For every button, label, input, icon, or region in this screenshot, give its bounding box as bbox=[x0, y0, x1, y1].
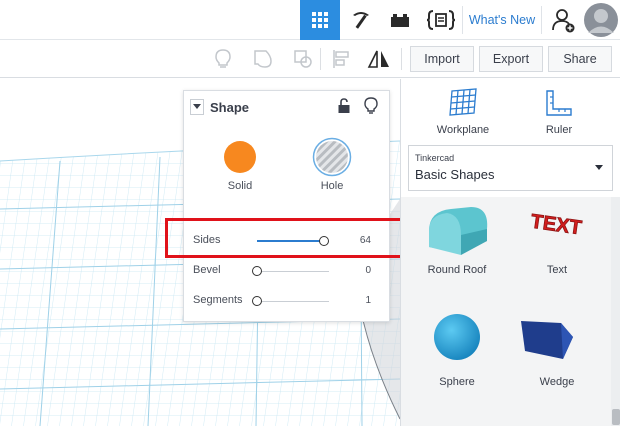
shape-library-select[interactable]: Tinkercad Basic Shapes bbox=[408, 145, 613, 191]
show-notes-button[interactable] bbox=[208, 44, 238, 74]
param-label-bevel: Bevel bbox=[193, 264, 221, 276]
param-value-segments[interactable]: 1 bbox=[351, 295, 371, 306]
right-panel: Workplane Ruler Tinkercad Basic Shapes R… bbox=[400, 79, 620, 426]
collapse-inspector-button[interactable] bbox=[190, 99, 204, 115]
hole-label: Hole bbox=[320, 180, 344, 192]
shape-tile-wedge[interactable] bbox=[517, 315, 583, 365]
shape-tile-sphere[interactable] bbox=[427, 307, 487, 367]
wedge-icon bbox=[521, 321, 573, 359]
add-user-icon bbox=[552, 9, 575, 33]
shapes-scrollbar[interactable] bbox=[611, 197, 620, 426]
workplane-button[interactable] bbox=[446, 87, 480, 117]
text-shape-icon: TEXT bbox=[529, 210, 583, 240]
group-button[interactable] bbox=[248, 44, 278, 74]
ungroup-button[interactable] bbox=[288, 44, 318, 74]
whats-new-button[interactable]: What's New bbox=[463, 0, 541, 40]
avatar-icon bbox=[584, 3, 618, 37]
svg-text:TEXT: TEXT bbox=[529, 211, 583, 240]
code-blocks-icon bbox=[427, 10, 455, 30]
align-icon bbox=[333, 50, 349, 68]
whats-new-label: What's New bbox=[468, 13, 536, 27]
inspector-title: Shape bbox=[210, 100, 250, 115]
avatar[interactable] bbox=[582, 0, 620, 40]
align-button[interactable] bbox=[326, 44, 356, 74]
toolbar: Import Export Share bbox=[0, 40, 620, 78]
import-button[interactable]: Import bbox=[410, 46, 474, 72]
param-label-segments: Segments bbox=[193, 294, 243, 306]
shape-inspector-panel: Shape Solid Hole Sides 64 Bevel 0 Segmen… bbox=[183, 90, 390, 322]
solid-swatch bbox=[224, 141, 256, 173]
hole-swatch bbox=[312, 137, 352, 177]
shapes-grid: Round Roof TEXT Text Sphere Wedge bbox=[401, 197, 613, 426]
shape-label-text: Text bbox=[546, 264, 568, 276]
sphere-icon bbox=[434, 314, 480, 360]
param-slider-knob[interactable] bbox=[252, 296, 262, 306]
unlock-icon bbox=[338, 98, 350, 113]
mirror-icon bbox=[367, 50, 389, 68]
lock-button[interactable] bbox=[337, 98, 351, 119]
notes-button[interactable] bbox=[364, 97, 378, 120]
blocks-editor-button[interactable] bbox=[341, 0, 381, 40]
brick-icon bbox=[391, 14, 409, 27]
pickaxe-icon bbox=[353, 12, 369, 29]
shape-label-sphere: Sphere bbox=[439, 376, 475, 388]
grid-icon bbox=[312, 12, 328, 28]
library-name: Basic Shapes bbox=[415, 167, 495, 182]
ruler-button[interactable] bbox=[545, 89, 573, 117]
param-slider-knob[interactable] bbox=[252, 266, 262, 276]
workplane-label: Workplane bbox=[436, 124, 490, 136]
chevron-down-icon bbox=[193, 104, 201, 109]
share-button[interactable]: Share bbox=[548, 46, 612, 72]
workplane-icon bbox=[449, 88, 477, 116]
bricks-button[interactable] bbox=[381, 0, 419, 40]
codeblocks-button[interactable] bbox=[420, 0, 462, 40]
round-roof-icon bbox=[429, 207, 488, 255]
mirror-button[interactable] bbox=[364, 44, 394, 74]
hole-button[interactable] bbox=[312, 137, 352, 177]
shape-label-wedge: Wedge bbox=[539, 376, 575, 388]
add-user-button[interactable] bbox=[546, 0, 582, 40]
library-category: Tinkercad bbox=[415, 153, 455, 163]
chevron-down-icon bbox=[595, 165, 603, 170]
highlight-box bbox=[165, 218, 407, 258]
separator bbox=[541, 6, 542, 34]
ungroup-icon bbox=[294, 50, 312, 68]
solid-color-button[interactable] bbox=[222, 139, 258, 175]
shape-tile-text[interactable]: TEXT bbox=[519, 201, 593, 261]
separator bbox=[320, 48, 321, 70]
scrollbar-thumb[interactable] bbox=[612, 409, 620, 425]
shape-label-round-roof: Round Roof bbox=[427, 264, 487, 276]
ruler-label: Ruler bbox=[545, 124, 573, 136]
lightbulb-icon bbox=[215, 49, 231, 68]
3d-design-view-button[interactable] bbox=[300, 0, 340, 40]
group-icon bbox=[254, 50, 272, 68]
param-slider-track[interactable] bbox=[257, 301, 329, 302]
lightbulb-icon bbox=[364, 97, 378, 114]
ruler-icon bbox=[546, 90, 572, 116]
param-value-bevel[interactable]: 0 bbox=[351, 265, 371, 276]
export-button[interactable]: Export bbox=[479, 46, 543, 72]
param-slider-track[interactable] bbox=[257, 271, 329, 272]
solid-label: Solid bbox=[227, 180, 253, 192]
separator bbox=[401, 48, 402, 70]
top-bar: What's New bbox=[0, 0, 620, 40]
